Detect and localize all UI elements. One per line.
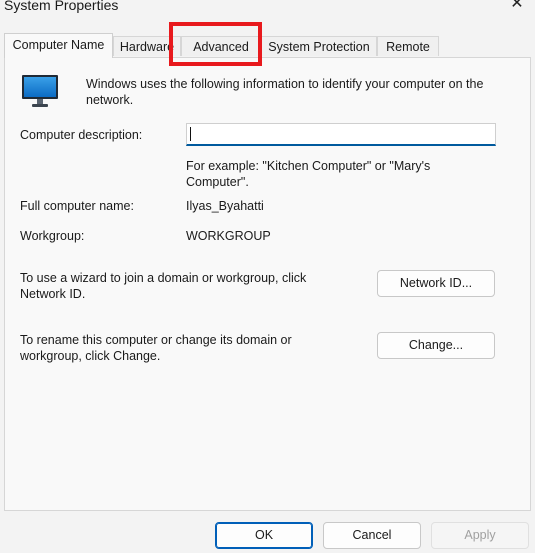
tab-system-protection[interactable]: System Protection xyxy=(261,36,377,56)
advanced-tab-highlight xyxy=(169,22,262,66)
monitor-icon xyxy=(22,75,58,107)
tab-remote[interactable]: Remote xyxy=(377,36,439,56)
computer-description-hint: For example: "Kitchen Computer" or "Mary… xyxy=(186,159,431,189)
window-title: System Properties xyxy=(4,0,119,13)
workgroup-value: WORKGROUP xyxy=(186,229,271,243)
text-caret xyxy=(190,127,191,141)
ok-button[interactable]: OK xyxy=(215,522,313,549)
change-button[interactable]: Change... xyxy=(377,332,495,359)
close-icon[interactable]: ✕ xyxy=(508,0,526,13)
rename-instructions: To rename this computer or change its do… xyxy=(20,333,292,363)
tab-strip: Computer Name Hardware Advanced System P… xyxy=(4,33,531,58)
network-id-instructions: To use a wizard to join a domain or work… xyxy=(20,271,307,301)
computer-description-label: Computer description: xyxy=(20,128,143,142)
full-computer-name-value: Ilyas_Byahatti xyxy=(186,199,264,213)
workgroup-label: Workgroup: xyxy=(20,229,85,243)
tab-computer-name[interactable]: Computer Name xyxy=(4,33,113,58)
full-computer-name-label: Full computer name: xyxy=(20,199,134,213)
apply-button[interactable]: Apply xyxy=(431,522,529,549)
cancel-button[interactable]: Cancel xyxy=(323,522,421,549)
network-id-button[interactable]: Network ID... xyxy=(377,270,495,297)
intro-text: Windows uses the following information t… xyxy=(86,77,484,107)
computer-description-input[interactable] xyxy=(186,123,496,146)
